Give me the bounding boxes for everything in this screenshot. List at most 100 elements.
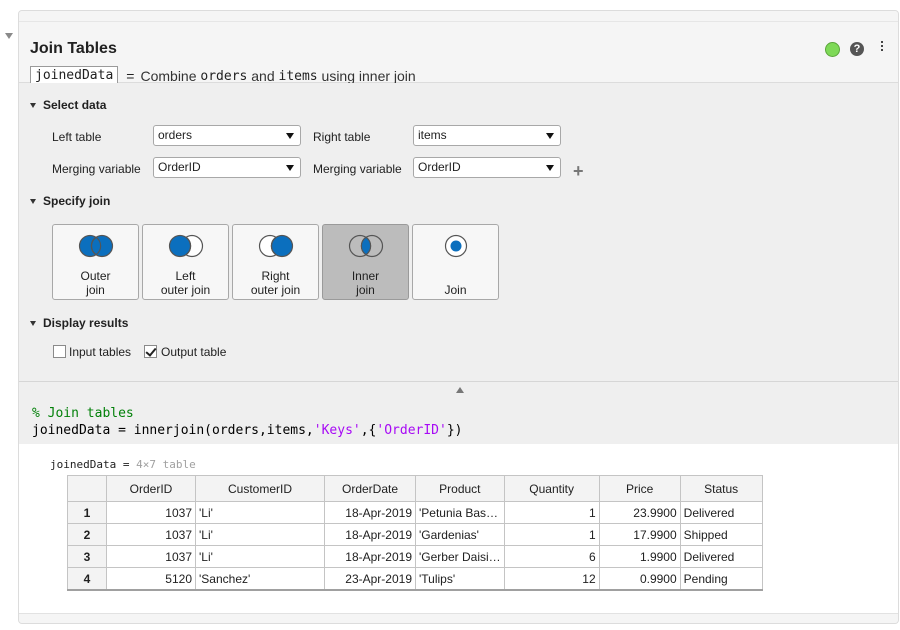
column-header: Quantity bbox=[503, 475, 600, 502]
outer-join-button[interactable]: Outer join bbox=[52, 224, 139, 300]
task-controls: Select data Left table orders Right tabl… bbox=[19, 83, 898, 382]
add-merging-variable-icon[interactable]: + bbox=[573, 162, 584, 180]
table-cell: 1037 bbox=[106, 523, 196, 546]
chevron-down-icon bbox=[286, 165, 294, 171]
row-number: 3 bbox=[67, 545, 107, 568]
right-outer-join-label: Right outer join bbox=[250, 269, 301, 297]
table-cell: 18-Apr-2019 bbox=[324, 523, 416, 546]
table-cell: Delivered bbox=[679, 545, 763, 568]
left-merge-dropdown[interactable]: OrderID bbox=[153, 157, 301, 178]
table-header-row: OrderID CustomerID OrderDate Product Qua… bbox=[67, 475, 763, 502]
table-cell: 'Sanchez' bbox=[195, 567, 325, 591]
table-row: 1 1037 'Li' 18-Apr-2019 'Petunia Bas… 1 23.990… bbox=[67, 501, 763, 524]
table-cell: 'Li' bbox=[195, 545, 325, 568]
table-cell: 18-Apr-2019 bbox=[324, 501, 416, 524]
help-icon[interactable]: ? bbox=[850, 42, 864, 56]
outer-join-icon bbox=[78, 234, 113, 258]
right-merge-value: OrderID bbox=[418, 160, 461, 174]
task-header: Join Tables joinedData = Combine orders … bbox=[19, 22, 898, 86]
expand-icon bbox=[30, 320, 36, 326]
column-header: OrderDate bbox=[324, 475, 416, 502]
left-table-value: orders bbox=[158, 128, 193, 142]
right-table-dropdown[interactable]: items bbox=[413, 125, 561, 146]
table-cell: Pending bbox=[679, 567, 763, 591]
table-cell: 23-Apr-2019 bbox=[324, 567, 416, 591]
join-label: Join bbox=[444, 283, 467, 297]
section-display-results-label: Display results bbox=[43, 316, 129, 330]
bottom-strip bbox=[19, 614, 898, 623]
chevron-down-icon bbox=[286, 133, 294, 139]
table-cell: 'Gardenias' bbox=[415, 523, 505, 546]
table-cell: 23.9900 bbox=[598, 501, 681, 524]
output-table-checkbox[interactable] bbox=[144, 345, 157, 358]
column-header: OrderID bbox=[106, 475, 196, 502]
table-cell: Shipped bbox=[679, 523, 763, 546]
column-header bbox=[67, 475, 107, 502]
section-display-results[interactable]: Display results bbox=[30, 316, 128, 330]
inner-join-icon bbox=[348, 234, 383, 258]
section-select-data-label: Select data bbox=[43, 98, 107, 112]
table-cell: 'Li' bbox=[195, 501, 325, 524]
table-cell: 1037 bbox=[106, 545, 196, 568]
section-select-data[interactable]: Select data bbox=[30, 98, 106, 112]
right-outer-join-button[interactable]: Right outer join bbox=[232, 224, 319, 300]
table-cell: 0.9900 bbox=[598, 567, 681, 591]
column-header: Status bbox=[679, 475, 763, 502]
left-merge-value: OrderID bbox=[158, 160, 201, 174]
column-header: Price bbox=[598, 475, 681, 502]
row-number: 4 bbox=[67, 567, 107, 591]
left-merge-label: Merging variable bbox=[52, 162, 141, 176]
chevron-down-icon bbox=[546, 133, 554, 139]
inner-join-button[interactable]: Inner join bbox=[322, 224, 409, 300]
live-task-panel: Join Tables joinedData = Combine orders … bbox=[18, 10, 899, 624]
summary-left-name: orders bbox=[200, 68, 248, 84]
join-button[interactable]: Join bbox=[412, 224, 499, 300]
left-outer-join-button[interactable]: Left outer join bbox=[142, 224, 229, 300]
row-number: 1 bbox=[67, 501, 107, 524]
code-comment: % Join tables bbox=[32, 406, 134, 421]
right-outer-join-icon bbox=[258, 234, 293, 258]
left-table-label: Left table bbox=[52, 130, 102, 144]
right-merge-label: Merging variable bbox=[313, 162, 402, 176]
collapse-task-icon[interactable] bbox=[5, 33, 13, 39]
column-header: CustomerID bbox=[195, 475, 325, 502]
table-cell: Delivered bbox=[679, 501, 763, 524]
left-table-dropdown[interactable]: orders bbox=[153, 125, 301, 146]
summary-suffix: using inner join bbox=[321, 68, 416, 84]
generated-code: % Join tables joinedData = innerjoin(ord… bbox=[19, 382, 898, 444]
more-options-icon[interactable] bbox=[880, 41, 884, 55]
table-cell: 1037 bbox=[106, 501, 196, 524]
collapse-code-icon[interactable] bbox=[456, 387, 464, 393]
row-number: 2 bbox=[67, 523, 107, 546]
input-tables-checkbox[interactable] bbox=[53, 345, 66, 358]
column-header: Product bbox=[415, 475, 505, 502]
summary-prefix: Combine bbox=[140, 68, 197, 84]
expand-icon bbox=[30, 102, 36, 108]
table-cell: 'Tulips' bbox=[415, 567, 505, 591]
table-cell: 1 bbox=[503, 501, 600, 524]
code-statement: joinedData = innerjoin(orders,items,'Key… bbox=[32, 423, 463, 438]
table-cell: 18-Apr-2019 bbox=[324, 545, 416, 568]
chevron-down-icon bbox=[546, 165, 554, 171]
output-table: OrderID CustomerID OrderDate Product Qua… bbox=[67, 475, 763, 591]
equals-sign: = bbox=[126, 68, 135, 84]
checkmark-icon bbox=[145, 345, 157, 357]
right-table-label: Right table bbox=[313, 130, 371, 144]
section-specify-join[interactable]: Specify join bbox=[30, 194, 110, 208]
output-table-label: Output table bbox=[161, 345, 227, 359]
outer-join-label: Outer join bbox=[80, 269, 111, 297]
table-row: 2 1037 'Li' 18-Apr-2019 'Gardenias' 1 17.9900 S… bbox=[67, 523, 763, 546]
status-ok-icon bbox=[825, 42, 840, 57]
table-cell: 17.9900 bbox=[598, 523, 681, 546]
output-area: joinedData = 4×7 table OrderID CustomerI… bbox=[19, 444, 898, 614]
summary-mid: and bbox=[251, 68, 275, 84]
table-cell: 1 bbox=[503, 523, 600, 546]
input-tables-label: Input tables bbox=[69, 345, 132, 359]
table-cell: 1.9900 bbox=[598, 545, 681, 568]
section-specify-join-label: Specify join bbox=[43, 194, 111, 208]
table-cell: 6 bbox=[503, 545, 600, 568]
table-cell: 5120 bbox=[106, 567, 196, 591]
output-header: joinedData = 4×7 table bbox=[50, 458, 196, 471]
task-title: Join Tables bbox=[30, 40, 117, 57]
right-merge-dropdown[interactable]: OrderID bbox=[413, 157, 561, 178]
